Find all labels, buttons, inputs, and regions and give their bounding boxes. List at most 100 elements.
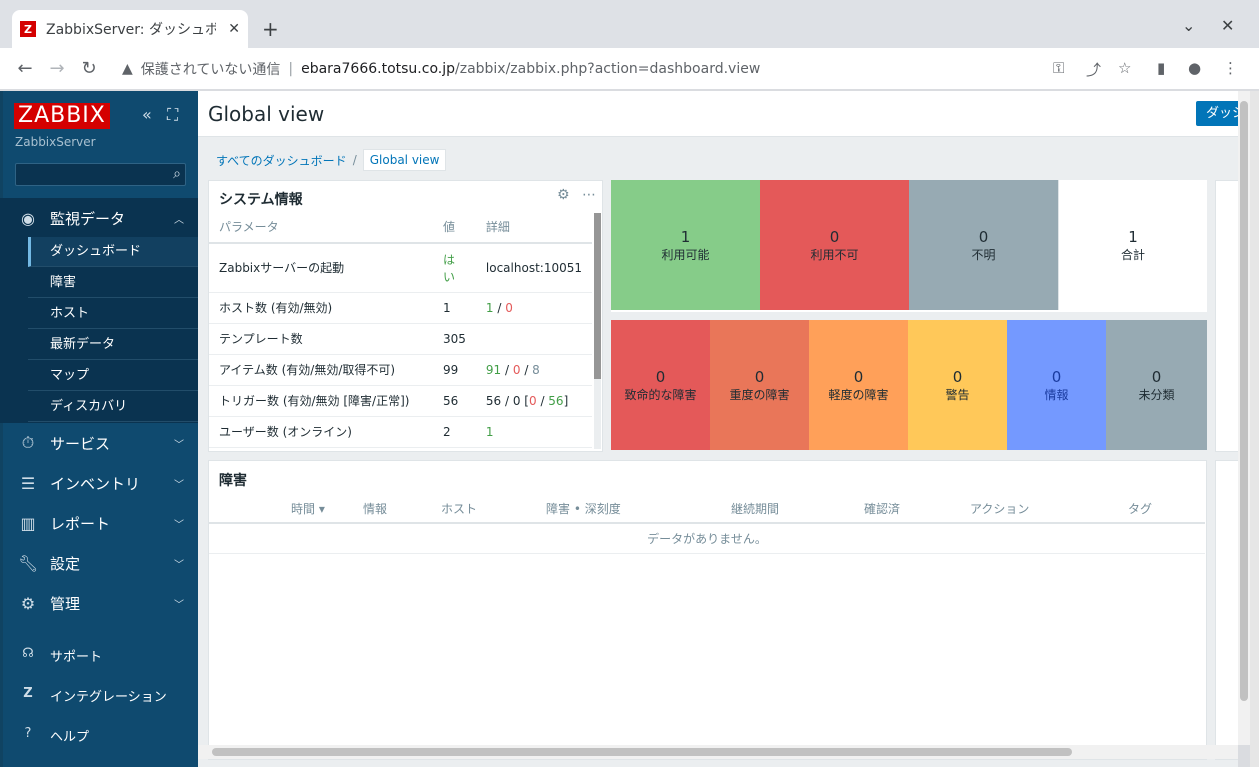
breadcrumb-all-dashboards[interactable]: すべてのダッシュボード — [216, 152, 347, 169]
submenu-maps[interactable]: マップ — [28, 361, 198, 391]
reload-icon[interactable]: ↻ — [78, 58, 100, 79]
tile-count: 0 — [952, 367, 963, 386]
value-cell: 2 — [433, 416, 476, 448]
menu-reports[interactable]: ▥ レポート ﹀ — [0, 503, 198, 543]
menu-configuration[interactable]: 🔧︎ 設定 ﹀ — [0, 543, 198, 583]
kiosk-mode-icon[interactable]: ⛶ — [167, 105, 178, 125]
side-panel-icon[interactable]: ▮ — [1157, 59, 1165, 77]
scrollbar-thumb[interactable] — [1240, 101, 1248, 701]
footer-help[interactable]: ? ヘルプ — [0, 719, 198, 751]
detail-cell: 1 / 0 — [475, 292, 592, 324]
tile-unknown[interactable]: 0 不明 — [909, 180, 1058, 310]
table-header-row: パラメータ 値 詳細 — [209, 211, 592, 244]
scrollbar-thumb[interactable] — [594, 213, 601, 379]
tile-unavailable[interactable]: 0 利用不可 — [760, 180, 909, 310]
bar-chart-icon: ▥ — [20, 513, 36, 533]
footer-support[interactable]: ☊ サポート — [0, 639, 198, 671]
chevron-down-icon: ﹀ — [174, 519, 184, 531]
table-row: Zabbixサーバーの起動 はい localhost:10051 — [209, 243, 592, 293]
problems-by-severity-widget: 0 致命的な障害 0 重度の障害 0 軽度の障害 0 警告 0 情報 0 未分類 — [611, 320, 1207, 452]
profile-avatar-icon[interactable]: ● — [1188, 59, 1201, 77]
detail-suffix: ] — [563, 393, 569, 408]
search-icon[interactable]: ⌕ — [173, 166, 181, 182]
problems-widget: 障害 時間 ▾ 情報 ホスト 障害 • 深刻度 継続期間 確認済 アクション タ… — [208, 460, 1207, 760]
detail-sep: / — [493, 300, 506, 315]
table-row: テンプレート数 305 — [209, 323, 592, 355]
tile-total[interactable]: 1 合計 — [1058, 180, 1207, 310]
column-header: 情報 — [355, 495, 433, 524]
detail-problem: 0 — [528, 393, 537, 408]
footer-integrations[interactable]: Z インテグレーション — [0, 679, 198, 711]
tile-count: 0 — [978, 227, 989, 246]
submenu-hosts[interactable]: ホスト — [28, 299, 198, 329]
menu-administration[interactable]: ⚙ 管理 ﹀ — [0, 583, 198, 623]
tile-count: 1 — [1128, 227, 1138, 246]
browser-menu-icon[interactable]: ⋮ — [1223, 59, 1238, 77]
page-header: Global view ダッシ — [198, 91, 1238, 137]
tab-search-chevron-icon[interactable]: ⌄ — [1182, 16, 1195, 35]
menu-services[interactable]: ⏱ サービス ﹀ — [0, 423, 198, 463]
back-icon[interactable]: ← — [14, 58, 36, 79]
page-horizontal-scrollbar[interactable] — [198, 745, 1238, 759]
zabbix-favicon-icon: Z — [20, 21, 36, 37]
wrench-icon: 🔧︎ — [18, 553, 39, 573]
background-window-edge — [1250, 91, 1259, 767]
column-header-time[interactable]: 時間 ▾ — [283, 495, 355, 524]
tile-information[interactable]: 0 情報 — [1007, 320, 1106, 450]
column-header: 値 — [433, 211, 476, 244]
page-vertical-scrollbar[interactable] — [1238, 91, 1250, 745]
param-cell: ホスト数 (有効/無効) — [209, 292, 433, 324]
key-icon[interactable]: ⚿ — [1053, 59, 1064, 77]
more-options-icon[interactable]: ⋯ — [582, 187, 596, 203]
forward-icon[interactable]: → — [46, 58, 68, 79]
dashboards-button[interactable]: ダッシ — [1196, 101, 1238, 126]
tile-not-classified[interactable]: 0 未分類 — [1106, 320, 1207, 450]
sidebar-search-input[interactable]: ⌕ — [15, 163, 186, 186]
tile-disaster[interactable]: 0 致命的な障害 — [611, 320, 710, 450]
share-icon[interactable]: ⤴ — [1086, 59, 1101, 80]
menu-monitoring[interactable]: ◉ 監視データ ︿ — [0, 198, 198, 238]
submenu-latest-data[interactable]: 最新データ — [28, 330, 198, 360]
problems-table: 時間 ▾ 情報 ホスト 障害 • 深刻度 継続期間 確認済 アクション タグ デ… — [209, 495, 1205, 554]
tile-high[interactable]: 0 重度の障害 — [710, 320, 809, 450]
tile-label: 情報 — [1044, 387, 1069, 402]
detail-cell: 56 / 0 [0 / 56] — [475, 385, 592, 417]
browser-toolbar: ← → ↻ ▲ 保護されていない通信 | ebara7666.totsu.co.… — [0, 48, 1259, 90]
submenu-dashboard[interactable]: ダッシュボード — [28, 237, 198, 267]
insecure-label: 保護されていない通信 — [140, 62, 281, 78]
tile-count: 1 — [680, 227, 691, 246]
tile-warning[interactable]: 0 警告 — [908, 320, 1007, 450]
bookmark-star-icon[interactable]: ☆ — [1118, 59, 1131, 77]
window-close-icon[interactable]: ✕ — [1221, 16, 1234, 35]
param-cell: トリガー数 (有効/無効 [障害/正常]) — [209, 385, 433, 417]
close-tab-icon[interactable]: ✕ — [228, 21, 240, 37]
system-info-table: パラメータ 値 詳細 Zabbixサーバーの起動 はい localhost:10… — [209, 211, 592, 448]
param-cell: テンプレート数 — [209, 323, 433, 355]
tile-average[interactable]: 0 軽度の障害 — [809, 320, 908, 450]
table-row: ホスト数 (有効/無効) 1 1 / 0 — [209, 292, 592, 324]
menu-label: 監視データ — [50, 209, 126, 228]
gear-icon[interactable]: ⚙ — [557, 187, 570, 203]
widget-scrollbar[interactable] — [594, 213, 601, 449]
browser-tab[interactable]: Z ZabbixServer: ダッシュボード ✕ — [12, 10, 248, 48]
widget-title: システム情報 — [219, 192, 303, 208]
value-cell: 305 — [433, 323, 476, 355]
submenu-problems[interactable]: 障害 — [28, 268, 198, 298]
zabbix-logo[interactable]: ZABBIX — [14, 103, 110, 129]
new-tab-icon[interactable]: + — [262, 17, 279, 41]
tile-available[interactable]: 1 利用可能 — [611, 180, 760, 310]
column-header: 継続期間 — [723, 495, 856, 524]
breadcrumb-current[interactable]: Global view — [362, 149, 447, 171]
tile-count: 0 — [853, 367, 864, 386]
table-row: アイテム数 (有効/無効/取得不可) 99 91 / 0 / 8 — [209, 354, 592, 386]
address-path: /zabbix/zabbix.php?action=dashboard.view — [455, 61, 761, 77]
submenu-discovery[interactable]: ディスカバリ — [28, 392, 198, 422]
footer-label: インテグレーション — [50, 690, 167, 705]
tile-label: 利用可能 — [661, 247, 710, 262]
menu-inventory[interactable]: ☰ インベントリ ﹀ — [0, 463, 198, 503]
collapse-sidebar-icon[interactable]: « — [142, 105, 152, 124]
address-bar[interactable]: ▲ 保護されていない通信 | ebara7666.totsu.co.jp /za… — [112, 53, 1144, 85]
table-row: データがありません。 — [209, 523, 1205, 554]
scrollbar-thumb[interactable] — [212, 748, 1072, 756]
menu-label: 管理 — [50, 594, 81, 613]
